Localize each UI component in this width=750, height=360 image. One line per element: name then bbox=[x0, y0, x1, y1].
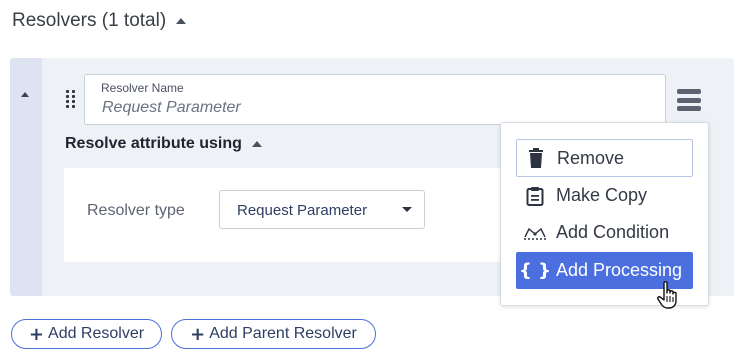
menu-item-label: Add Processing bbox=[556, 260, 683, 280]
trash-icon bbox=[517, 140, 555, 176]
add-resolver-label: Add Resolver bbox=[48, 325, 145, 342]
chevron-down-icon bbox=[402, 207, 412, 212]
resolver-type-value: Request Parameter bbox=[237, 202, 368, 219]
resolve-collapse-icon[interactable] bbox=[251, 141, 262, 147]
hand-pointer-icon bbox=[656, 280, 682, 310]
resolver-collapse-strip[interactable] bbox=[10, 58, 42, 296]
resolver-actions-menu: Remove Make Copy Add Condition {} Add P… bbox=[500, 122, 709, 306]
add-parent-resolver-label: Add Parent Resolver bbox=[209, 325, 357, 342]
resolve-attribute-label: Resolve attribute using bbox=[65, 135, 242, 152]
menu-hamburger-icon[interactable] bbox=[677, 88, 701, 112]
menu-item-label: Add Condition bbox=[556, 222, 670, 242]
clipboard-icon bbox=[516, 177, 554, 214]
section-collapse-icon[interactable] bbox=[176, 18, 187, 24]
menu-item-make-copy[interactable]: Make Copy bbox=[516, 177, 693, 214]
menu-item-label: Make Copy bbox=[556, 185, 648, 205]
resolve-attribute-heading[interactable]: Resolve attribute using bbox=[65, 135, 262, 153]
resolver-collapse-icon[interactable] bbox=[21, 92, 29, 97]
plus-icon: + bbox=[190, 323, 206, 345]
braces-icon: { } bbox=[519, 260, 551, 281]
menu-item-remove[interactable]: Remove bbox=[516, 139, 693, 177]
resolver-name-field[interactable]: Resolver Name Request Parameter bbox=[84, 74, 666, 125]
drag-handle-icon[interactable] bbox=[66, 90, 76, 110]
menu-item-label: Remove bbox=[557, 147, 625, 168]
resolver-type-label: Resolver type bbox=[87, 202, 185, 219]
resolver-name-label: Resolver Name bbox=[101, 81, 184, 95]
add-parent-resolver-button[interactable]: + Add Parent Resolver bbox=[171, 319, 376, 349]
resolvers-section-header[interactable]: Resolvers (1 total) bbox=[12, 8, 187, 34]
resolver-name-input[interactable]: Request Parameter bbox=[102, 99, 241, 117]
condition-icon bbox=[516, 214, 554, 251]
menu-item-add-condition[interactable]: Add Condition bbox=[516, 214, 693, 251]
section-title: Resolvers (1 total) bbox=[12, 10, 167, 31]
resolvers-page: Resolvers (1 total) Resolver Name Reques… bbox=[0, 0, 750, 360]
resolver-type-panel: Resolver type Request Parameter bbox=[64, 168, 554, 262]
plus-icon: + bbox=[28, 323, 45, 345]
add-resolver-button[interactable]: + Add Resolver bbox=[11, 319, 162, 349]
resolver-type-select[interactable]: Request Parameter bbox=[219, 190, 425, 229]
